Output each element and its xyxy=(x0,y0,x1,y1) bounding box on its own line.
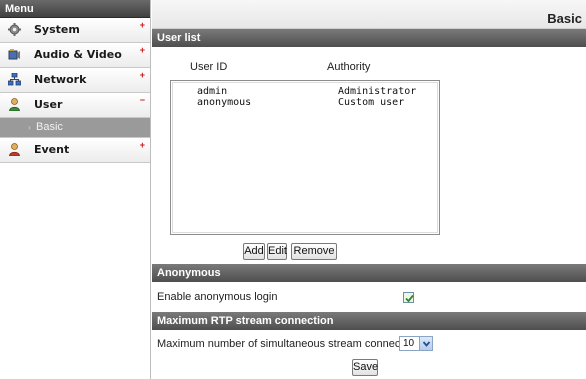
user-list-box[interactable]: admin Administrator anonymous Custom use… xyxy=(170,80,440,235)
network-icon xyxy=(7,72,22,86)
anonymous-login-checkbox[interactable] xyxy=(403,292,414,303)
menu-item-system[interactable]: System + xyxy=(0,18,150,43)
user-id-cell: admin xyxy=(197,86,228,97)
menu-item-label: User xyxy=(34,98,63,111)
expand-icon: + xyxy=(139,70,145,80)
section-header-anonymous: Anonymous xyxy=(152,264,586,282)
menu-item-label: System xyxy=(34,23,80,36)
edit-user-button[interactable]: Edit xyxy=(267,243,287,260)
section-header-user-list: User list xyxy=(152,29,586,47)
chevron-right-icon: › xyxy=(28,123,31,132)
menu-item-label: Network xyxy=(34,73,87,86)
menu-header: Menu xyxy=(0,0,150,18)
main-panel: Basic User list User ID Authority admin … xyxy=(152,0,586,379)
page-title: Basic xyxy=(152,0,586,29)
menu-item-label: Event xyxy=(34,143,70,156)
checkmark-icon xyxy=(405,294,414,303)
authority-cell: Administrator xyxy=(338,86,417,97)
video-icon xyxy=(8,48,21,61)
save-button[interactable]: Save xyxy=(352,359,378,376)
remove-user-button[interactable]: Remove xyxy=(291,243,337,260)
stream-connection-label: Maximum number of simultaneous stream co… xyxy=(157,338,422,350)
menu-item-event[interactable]: Event + xyxy=(0,138,150,163)
submenu-item-basic[interactable]: › Basic xyxy=(0,118,150,138)
list-item[interactable]: admin Administrator xyxy=(171,86,439,97)
column-header-authority: Authority xyxy=(327,61,371,73)
chevron-down-icon xyxy=(419,337,432,350)
expand-icon: + xyxy=(139,140,145,150)
menu-item-network[interactable]: Network + xyxy=(0,68,150,93)
expand-icon: + xyxy=(139,45,145,55)
expand-icon: + xyxy=(139,20,145,30)
stream-connection-select[interactable]: 10 xyxy=(399,336,433,351)
sidebar-menu: Menu System + Audio & Video + Network + … xyxy=(0,0,151,379)
event-icon xyxy=(8,143,21,157)
column-header-user-id: User ID xyxy=(190,61,228,73)
anonymous-login-label: Enable anonymous login xyxy=(157,291,278,303)
stream-connection-value: 10 xyxy=(403,338,415,349)
user-icon xyxy=(8,98,21,112)
gear-icon xyxy=(8,23,21,36)
collapse-icon: − xyxy=(139,95,145,105)
authority-cell: Custom user xyxy=(338,97,405,108)
user-id-cell: anonymous xyxy=(197,97,252,108)
add-user-button[interactable]: Add xyxy=(243,243,265,260)
menu-item-audio-video[interactable]: Audio & Video + xyxy=(0,43,150,68)
menu-item-user[interactable]: User − xyxy=(0,93,150,118)
menu-item-label: Audio & Video xyxy=(34,48,122,61)
submenu-item-label: Basic xyxy=(36,121,63,133)
section-header-rtp: Maximum RTP stream connection xyxy=(152,312,586,330)
list-item[interactable]: anonymous Custom user xyxy=(171,97,439,108)
